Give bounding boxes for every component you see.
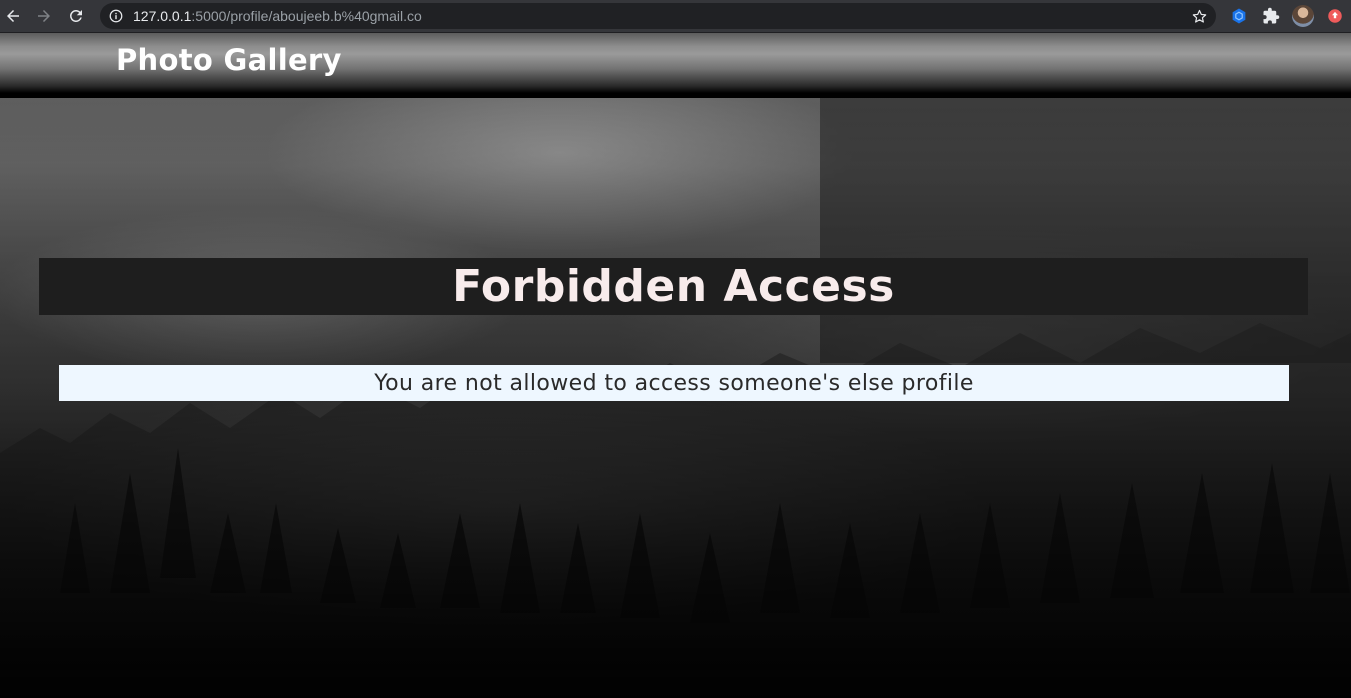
reload-icon (70, 9, 82, 22)
record-extension-icon[interactable] (1324, 5, 1346, 27)
puzzle-icon[interactable] (1260, 5, 1282, 27)
browser-toolbar: 127.0.0.1:5000/profile/aboujeeb.b%40gmai… (0, 0, 1351, 33)
page-title-band: Forbidden Access (39, 258, 1308, 315)
page-title: Forbidden Access (452, 260, 895, 312)
navbar: Photo Gallery (0, 33, 1351, 98)
brand-link[interactable]: Photo Gallery (116, 43, 342, 77)
info-icon[interactable] (109, 9, 123, 23)
url-text: 127.0.0.1:5000/profile/aboujeeb.b%40gmai… (133, 8, 422, 24)
url-path: :5000/profile/aboujeeb.b%40gmail.co (191, 8, 422, 24)
url-host: 127.0.0.1 (133, 8, 192, 24)
error-message-box: You are not allowed to access someone's … (59, 365, 1289, 401)
address-bar[interactable]: 127.0.0.1:5000/profile/aboujeeb.b%40gmai… (100, 3, 1216, 29)
avatar[interactable] (1292, 5, 1314, 27)
forward-button[interactable] (32, 4, 56, 28)
star-icon[interactable] (1190, 7, 1208, 25)
reload-button[interactable] (64, 4, 88, 28)
error-message: You are not allowed to access someone's … (374, 370, 974, 396)
arrow-right-icon (38, 10, 50, 22)
page-viewport: Photo Gallery Forbidden Access You are n… (0, 33, 1351, 698)
back-button[interactable] (1, 4, 25, 28)
arrow-left-icon (7, 10, 19, 22)
hexagon-extension-icon[interactable] (1228, 5, 1250, 27)
